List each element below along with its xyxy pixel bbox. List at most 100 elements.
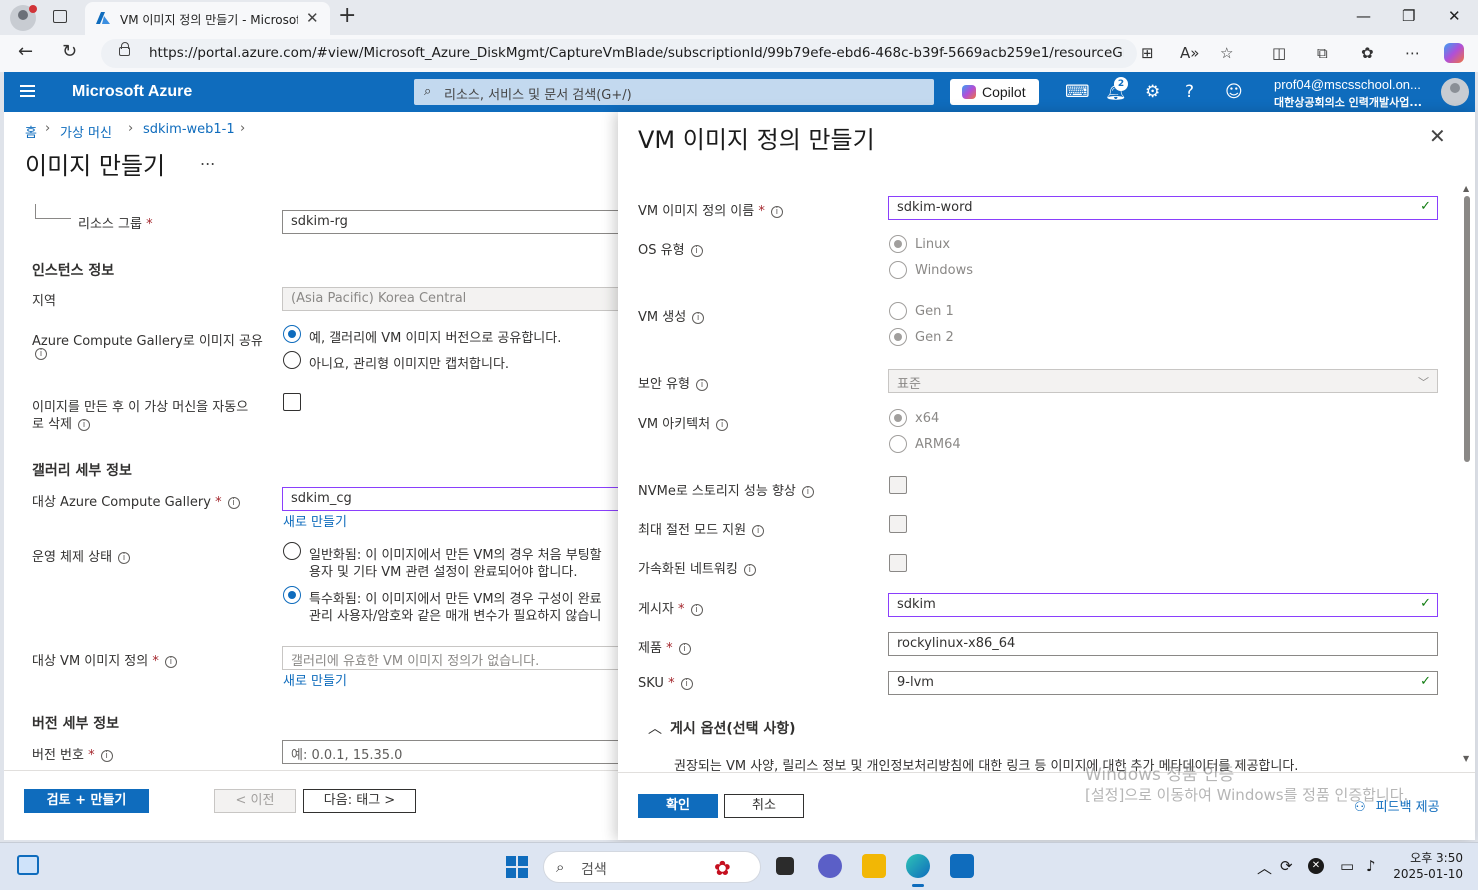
restore-icon[interactable]: ❐ bbox=[1402, 7, 1415, 25]
sync-icon[interactable]: ⟳ bbox=[1280, 857, 1293, 875]
portal-menu-icon[interactable] bbox=[20, 85, 35, 97]
info-icon[interactable]: i bbox=[680, 678, 693, 690]
address-bar[interactable]: https://portal.azure.com/#view/Microsoft… bbox=[101, 39, 1137, 68]
info-icon[interactable]: i bbox=[695, 379, 708, 391]
gen1-radio[interactable] bbox=[889, 302, 907, 320]
store-icon[interactable] bbox=[950, 854, 974, 878]
chevron-up-icon[interactable]: ︿ bbox=[1257, 857, 1272, 878]
share-no-radio[interactable] bbox=[283, 351, 301, 369]
azure-search-input[interactable]: ⌕ 리소스, 서비스 및 문서 검색(G+/) bbox=[414, 79, 934, 105]
task-view-icon[interactable] bbox=[776, 857, 794, 875]
minimize-icon[interactable]: — bbox=[1356, 7, 1371, 25]
start-icon[interactable] bbox=[506, 856, 528, 878]
help-icon[interactable]: ? bbox=[1185, 82, 1194, 102]
teams-icon[interactable] bbox=[818, 854, 842, 878]
info-icon[interactable]: i bbox=[35, 348, 47, 360]
network-icon[interactable]: ▭ bbox=[1340, 857, 1354, 875]
specialized-radio[interactable] bbox=[283, 586, 301, 604]
file-explorer-icon[interactable] bbox=[862, 854, 886, 878]
info-icon[interactable]: i bbox=[716, 419, 729, 431]
gen1-label[interactable]: Gen 1 bbox=[915, 304, 954, 319]
os-linux-radio[interactable] bbox=[889, 235, 907, 253]
close-circle-icon[interactable]: ✕ bbox=[1308, 858, 1324, 874]
cancel-button[interactable]: 취소 bbox=[724, 794, 804, 818]
back-icon[interactable]: ← bbox=[18, 41, 33, 62]
info-icon[interactable]: i bbox=[118, 552, 131, 564]
scroll-down-icon[interactable]: ▼ bbox=[1463, 754, 1469, 763]
more-options-icon[interactable]: ⋯ bbox=[1405, 44, 1420, 62]
autodelete-checkbox[interactable] bbox=[283, 393, 301, 411]
taskbar-clock[interactable]: 오후 3:50 2025-01-10 bbox=[1393, 850, 1463, 882]
browser-tab[interactable]: VM 이미지 정의 만들기 - Microsoft Azure ✕ bbox=[85, 2, 330, 35]
cloud-shell-icon[interactable]: ⌨ bbox=[1065, 82, 1090, 102]
arch-x64-label[interactable]: x64 bbox=[915, 411, 939, 426]
next-tags-button[interactable]: 다음: 태그 > bbox=[303, 789, 416, 813]
tab-actions-icon[interactable] bbox=[53, 10, 67, 23]
favorite-star-icon[interactable]: ☆ bbox=[1220, 44, 1233, 62]
refresh-icon[interactable]: ↻ bbox=[62, 41, 77, 62]
arch-x64-radio[interactable] bbox=[889, 409, 907, 427]
scroll-up-icon[interactable]: ▲ bbox=[1463, 184, 1469, 193]
info-icon[interactable]: i bbox=[678, 643, 691, 655]
nvme-checkbox[interactable] bbox=[889, 476, 907, 494]
more-icon[interactable]: ... bbox=[200, 150, 215, 169]
tab-close-icon[interactable]: ✕ bbox=[306, 9, 319, 27]
info-icon[interactable]: i bbox=[78, 419, 91, 431]
definition-name-input[interactable]: sdkim-word ✓ bbox=[888, 196, 1438, 220]
new-tab-icon[interactable]: + bbox=[338, 3, 356, 28]
avatar[interactable] bbox=[1441, 78, 1469, 106]
target-gallery-field[interactable]: sdkim_cg bbox=[282, 487, 622, 511]
info-icon[interactable]: i bbox=[801, 486, 814, 498]
product-input[interactable]: rockylinux-x86_64 bbox=[888, 632, 1438, 656]
os-linux-label[interactable]: Linux bbox=[915, 237, 950, 252]
review-create-button[interactable]: 검토 + 만들기 bbox=[24, 789, 149, 813]
blade-scrollbar[interactable]: ▲ ▼ bbox=[1463, 184, 1470, 764]
os-windows-label[interactable]: Windows bbox=[915, 263, 973, 278]
read-aloud-icon[interactable]: A» bbox=[1180, 44, 1199, 62]
hibernate-checkbox[interactable] bbox=[889, 515, 907, 533]
info-icon[interactable]: i bbox=[743, 564, 756, 576]
generalized-radio[interactable] bbox=[283, 542, 301, 560]
previous-button[interactable]: < 이전 bbox=[214, 789, 296, 813]
publish-options-toggle[interactable]: ︿ 게시 옵션(선택 사항) bbox=[648, 718, 796, 738]
taskbar-search-input[interactable]: ⌕ 검색 ✿ bbox=[543, 851, 761, 883]
extensions-icon[interactable]: ✿ bbox=[1361, 44, 1374, 62]
arch-arm64-label[interactable]: ARM64 bbox=[915, 437, 961, 452]
copilot-button[interactable]: Copilot bbox=[950, 79, 1039, 105]
collections-icon[interactable]: ⧉ bbox=[1317, 44, 1328, 62]
user-email[interactable]: prof04@mscsschool.on... bbox=[1274, 77, 1434, 92]
info-icon[interactable]: i bbox=[690, 604, 703, 616]
share-no-label[interactable]: 아니요, 관리형 이미지만 캡처합니다. bbox=[309, 353, 509, 372]
url-text[interactable]: https://portal.azure.com/#view/Microsoft… bbox=[149, 45, 1124, 61]
apps-icon[interactable]: ⊞ bbox=[1141, 44, 1154, 62]
lock-icon[interactable] bbox=[119, 42, 130, 56]
info-icon[interactable]: i bbox=[164, 656, 177, 668]
arch-arm64-radio[interactable] bbox=[889, 435, 907, 453]
target-definition-field[interactable]: 갤러리에 유효한 VM 이미지 정의가 없습니다. bbox=[282, 646, 622, 670]
volume-icon[interactable]: ♪ bbox=[1366, 857, 1376, 875]
profile-icon[interactable] bbox=[10, 5, 37, 31]
ok-button[interactable]: 확인 bbox=[638, 794, 718, 818]
gen2-label[interactable]: Gen 2 bbox=[915, 330, 954, 345]
settings-gear-icon[interactable]: ⚙ bbox=[1145, 82, 1160, 102]
breadcrumb-vms[interactable]: 가상 머신 bbox=[60, 122, 112, 141]
info-icon[interactable]: i bbox=[752, 525, 765, 537]
info-icon[interactable]: i bbox=[100, 750, 113, 762]
scrollbar-thumb[interactable] bbox=[1464, 196, 1470, 462]
gen2-radio[interactable] bbox=[889, 328, 907, 346]
info-icon[interactable]: i bbox=[227, 497, 240, 509]
create-gallery-link[interactable]: 새로 만들기 bbox=[283, 511, 347, 530]
azure-brand[interactable]: Microsoft Azure bbox=[72, 83, 192, 101]
split-screen-icon[interactable]: ◫ bbox=[1272, 44, 1286, 62]
info-icon[interactable]: i bbox=[770, 206, 783, 218]
breadcrumb-home[interactable]: 홈 bbox=[25, 122, 37, 141]
publisher-input[interactable]: sdkim ✓ bbox=[888, 593, 1438, 617]
edge-icon[interactable] bbox=[906, 854, 930, 887]
info-icon[interactable]: i bbox=[692, 312, 705, 324]
create-definition-link[interactable]: 새로 만들기 bbox=[283, 670, 347, 689]
copilot-browser-icon[interactable] bbox=[1444, 43, 1464, 63]
os-windows-radio[interactable] bbox=[889, 261, 907, 279]
feedback-icon[interactable]: ☺ bbox=[1225, 82, 1243, 102]
accelerated-networking-checkbox[interactable] bbox=[889, 554, 907, 572]
user-org[interactable]: 대한상공회의소 인력개발사업... bbox=[1274, 94, 1434, 110]
